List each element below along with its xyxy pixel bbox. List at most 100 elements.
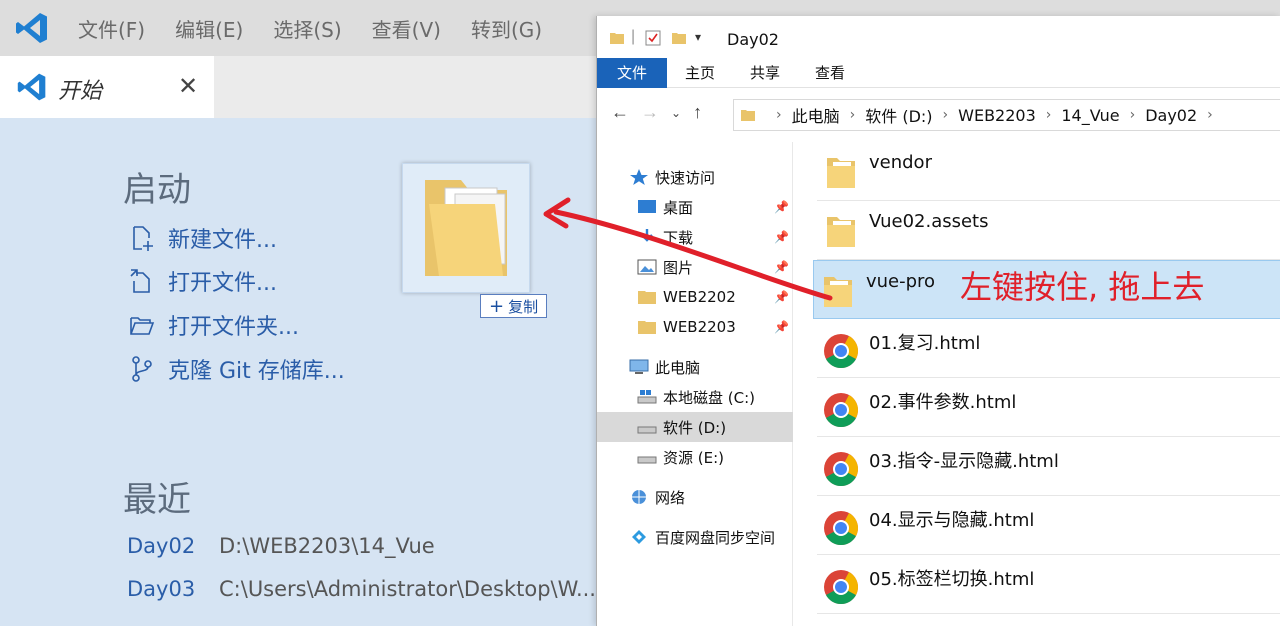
nav-baidu-sync[interactable]: 百度网盘同步空间 [597,522,793,552]
chevron-right-icon[interactable]: › [943,107,949,123]
recent-locations-icon[interactable]: ⌄ [671,106,681,123]
network-icon [632,490,646,504]
file-name: 01.复习.html [869,333,981,354]
close-icon[interactable]: ✕ [178,72,198,101]
file-row-vendor[interactable]: vendor [817,142,1280,201]
properties-icon[interactable] [645,30,661,46]
menu-selection[interactable]: 选择(S) [273,14,341,43]
nav-this-pc[interactable]: 此电脑 [597,352,793,382]
drag-ghost-folder [402,163,530,293]
file-row-vue02-assets[interactable]: Vue02.assets [817,201,1280,260]
menu-go[interactable]: 转到(G) [471,14,542,43]
navigation-pane: 快速访问 桌面 📌 下载 📌 图片 📌 WEB2202 📌 WEB2203 📌 [597,142,793,626]
vscode-logo-icon [16,13,47,43]
nav-label: 此电脑 [655,358,701,377]
tab-share[interactable]: 共享 [730,58,800,88]
quick-access-dropdown-icon[interactable]: ▾ [695,30,701,44]
menu-edit[interactable]: 编辑(E) [175,14,243,43]
file-name: 03.指令-显示隐藏.html [869,451,1059,472]
file-row-html[interactable]: 01.复习.html [817,319,1280,378]
open-folder-link[interactable]: 打开文件夹... [128,309,299,341]
chrome-icon [824,334,858,368]
nav-drive-e[interactable]: 资源 (E:) [597,442,793,472]
breadcrumb-item[interactable]: 14_Vue [1061,106,1119,125]
tab-view[interactable]: 查看 [795,58,865,88]
chevron-right-icon[interactable]: › [850,107,856,123]
pin-icon[interactable]: 📌 [774,320,789,334]
drive-icon [637,390,657,404]
nav-label: 百度网盘同步空间 [655,528,776,547]
file-row-html[interactable]: 03.指令-显示隐藏.html [817,437,1280,496]
chevron-right-icon[interactable]: › [1130,107,1136,123]
file-row-html[interactable]: 04.显示与隐藏.html [817,496,1280,555]
forward-icon[interactable]: → [641,102,659,123]
chrome-icon [824,452,858,486]
download-icon [641,229,653,242]
nav-network[interactable]: 网络 [597,482,793,512]
nav-label: WEB2202 [663,288,736,306]
breadcrumb-item[interactable]: WEB2203 [958,106,1036,125]
recent-item[interactable]: Day03 C:\Users\Administrator\Desktop\W..… [127,577,596,601]
nav-web2203[interactable]: WEB2203 📌 [597,312,793,342]
pictures-icon [637,259,657,275]
clone-git-link[interactable]: 克隆 Git 存储库... [128,353,345,385]
pin-icon[interactable]: 📌 [774,260,789,274]
file-row-html[interactable]: 02.事件参数.html [817,378,1280,437]
back-icon[interactable]: ← [611,102,629,123]
clone-git-label: 克隆 Git 存储库... [168,359,345,384]
folder-icon [638,321,656,334]
nav-desktop[interactable]: 桌面 📌 [597,192,793,222]
nav-label: 资源 (E:) [663,448,725,467]
tab-label: 开始 [58,79,103,104]
file-row-html[interactable]: 05.标签栏切换.html [817,555,1280,614]
nav-quick-access[interactable]: 快速访问 [597,162,793,192]
recent-name[interactable]: Day03 [127,577,219,601]
open-file-link[interactable]: 打开文件... [128,265,277,297]
nav-downloads[interactable]: 下载 📌 [597,222,793,252]
nav-drive-c[interactable]: 本地磁盘 (C:) [597,382,793,412]
ribbon-tabs: 文件 主页 共享 查看 [597,58,1280,88]
tab-start[interactable]: 开始 ✕ [0,56,214,118]
new-file-icon [133,226,153,251]
breadcrumb[interactable]: › 此电脑 › 软件 (D:) › WEB2203 › 14_Vue › Day… [733,99,1280,131]
file-name: vendor [869,152,932,173]
recent-name[interactable]: Day02 [127,534,219,558]
recent-item[interactable]: Day02 D:\WEB2203\14_Vue [127,534,435,558]
folder-icon [827,158,855,188]
file-name: vue-pro [866,271,936,292]
drive-icon [637,426,657,434]
pin-icon[interactable]: 📌 [774,200,789,214]
nav-web2202[interactable]: WEB2202 📌 [597,282,793,312]
chevron-right-icon[interactable]: › [1046,107,1052,123]
folder-icon [610,33,624,44]
tab-file[interactable]: 文件 [597,58,668,88]
breadcrumb-item[interactable]: Day02 [1145,106,1197,125]
menu-view[interactable]: 查看(V) [372,14,441,43]
menu-file[interactable]: 文件(F) [78,14,145,43]
copy-badge: + 复制 [480,294,548,318]
chevron-right-icon[interactable]: › [1207,107,1213,123]
nav-pictures[interactable]: 图片 📌 [597,252,793,282]
up-icon[interactable]: ↑ [693,102,702,123]
chevron-right-icon: › [776,107,782,123]
open-folder-icon [130,317,155,335]
open-file-icon [130,269,150,293]
nav-drive-d[interactable]: 软件 (D:) [597,412,793,442]
nav-label: 快速访问 [655,168,716,187]
chrome-icon [824,570,858,604]
new-file-link[interactable]: 新建文件... [128,222,277,254]
pin-icon[interactable]: 📌 [774,230,789,244]
tab-home[interactable]: 主页 [665,58,735,88]
nav-buttons: ← → ⌄ ↑ [611,102,702,123]
plus-icon: + [489,295,505,317]
breadcrumb-item[interactable]: 此电脑 [792,103,840,127]
breadcrumb-item[interactable]: 软件 (D:) [865,103,932,127]
pin-icon[interactable]: 📌 [774,290,789,304]
explorer-titlebar: | ▾ Day02 [597,16,1280,58]
chrome-icon [824,511,858,545]
folder-icon [425,180,507,276]
new-folder-icon[interactable] [671,30,687,46]
nav-label: 网络 [655,488,686,507]
baidu-icon [632,530,646,544]
copy-label: 复制 [508,297,539,316]
